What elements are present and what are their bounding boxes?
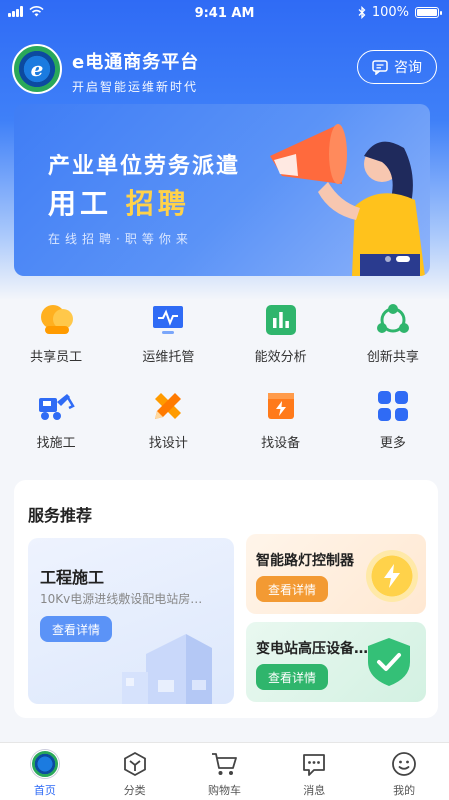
promo-banner[interactable]: 产业单位劳务派遣 用工 招聘 在线招聘·职等你来 xyxy=(14,104,430,276)
category-icon xyxy=(120,749,150,779)
feature-find-equipment[interactable]: 找设备 xyxy=(225,382,337,456)
tab-cart[interactable]: 购物车 xyxy=(180,743,270,800)
building-illustration xyxy=(122,634,212,704)
tab-label: 首页 xyxy=(33,784,56,797)
people-icon xyxy=(36,300,76,340)
banner-line2: 用工 招聘 xyxy=(48,187,190,220)
app-title: e电通商务平台 xyxy=(72,52,200,73)
app-header: e e电通商务平台 开启智能运维新时代 咨询 xyxy=(12,44,437,94)
battery-icon xyxy=(415,7,442,18)
chart-icon xyxy=(261,300,301,340)
banner-line3: 在线招聘·职等你来 xyxy=(48,232,193,246)
home-logo-icon xyxy=(30,749,60,779)
feature-grid: 共享员工 运维托管 能效分析 创新共享 找施工 找设计 找设备 更多 xyxy=(0,296,449,456)
megaphone-woman-illustration xyxy=(270,124,425,276)
view-details-button[interactable]: 查看详情 xyxy=(40,616,113,642)
consult-button[interactable]: 咨询 xyxy=(357,50,437,84)
status-right: 100% xyxy=(358,5,442,20)
feature-label: 共享员工 xyxy=(30,350,83,365)
view-details-button[interactable]: 查看详情 xyxy=(256,664,329,690)
grid-icon xyxy=(373,386,413,426)
feature-find-construction[interactable]: 找施工 xyxy=(0,382,112,456)
chat-icon xyxy=(372,59,388,75)
feature-label: 更多 xyxy=(379,436,406,451)
feature-more[interactable]: 更多 xyxy=(337,382,449,456)
cart-icon xyxy=(209,749,239,779)
feature-shared-staff[interactable]: 共享员工 xyxy=(0,296,112,382)
service-recommend-section: 服务推荐 工程施工 10Kv电源进线敷设配电站房… 查看详情 智能路灯控制器 查… xyxy=(14,480,438,718)
tab-label: 我的 xyxy=(393,784,416,797)
tab-profile[interactable]: 我的 xyxy=(359,743,449,800)
profile-icon xyxy=(389,749,419,779)
app-subtitle: 开启智能运维新时代 xyxy=(72,80,199,94)
tab-category[interactable]: 分类 xyxy=(90,743,180,800)
bottom-tab-bar: 首页 分类 购物车 消息 我的 xyxy=(0,742,449,800)
brand-block: e电通商务平台 开启智能运维新时代 xyxy=(72,48,199,95)
tab-label: 购物车 xyxy=(207,784,241,797)
feature-label: 运维托管 xyxy=(142,350,195,365)
lightning-icon xyxy=(366,550,418,602)
service-card-substation[interactable]: 变电站高压设备… 查看详情 xyxy=(246,622,426,702)
ruler-pencil-icon xyxy=(148,386,188,426)
service-card-construction[interactable]: 工程施工 10Kv电源进线敷设配电站房… 查看详情 xyxy=(28,538,234,704)
card-title: 智能路灯控制器 xyxy=(256,553,354,569)
share-icon xyxy=(373,300,413,340)
banner-pagination[interactable] xyxy=(385,256,410,262)
bluetooth-icon xyxy=(358,6,366,19)
truck-icon xyxy=(36,386,76,426)
feature-innovation-share[interactable]: 创新共享 xyxy=(337,296,449,382)
section-title: 服务推荐 xyxy=(28,506,93,525)
tab-label: 消息 xyxy=(303,784,326,797)
device-box-icon xyxy=(261,386,301,426)
service-card-streetlight[interactable]: 智能路灯控制器 查看详情 xyxy=(246,534,426,614)
message-icon xyxy=(299,749,329,779)
banner-line1: 产业单位劳务派遣 xyxy=(48,154,241,179)
tab-messages[interactable]: 消息 xyxy=(269,743,359,800)
feature-ops-hosting[interactable]: 运维托管 xyxy=(112,296,224,382)
consult-label: 咨询 xyxy=(394,60,422,76)
tab-label: 分类 xyxy=(123,784,146,797)
app-logo: e xyxy=(12,44,62,94)
feature-energy-analysis[interactable]: 能效分析 xyxy=(225,296,337,382)
card-title: 工程施工 xyxy=(40,568,105,587)
feature-label: 能效分析 xyxy=(254,350,307,365)
view-details-button[interactable]: 查看详情 xyxy=(256,576,329,602)
monitor-icon xyxy=(148,300,188,340)
feature-find-design[interactable]: 找设计 xyxy=(112,382,224,456)
feature-label: 找设计 xyxy=(148,436,188,451)
card-description: 10Kv电源进线敷设配电站房… xyxy=(40,592,203,606)
shield-check-icon xyxy=(368,638,410,686)
card-title: 变电站高压设备… xyxy=(256,641,368,657)
status-bar: 9:41 AM 100% xyxy=(0,0,449,28)
feature-label: 找施工 xyxy=(36,436,76,451)
tab-home[interactable]: 首页 xyxy=(0,743,90,800)
feature-label: 创新共享 xyxy=(366,350,419,365)
feature-label: 找设备 xyxy=(261,436,301,451)
battery-percent: 100% xyxy=(371,5,409,20)
